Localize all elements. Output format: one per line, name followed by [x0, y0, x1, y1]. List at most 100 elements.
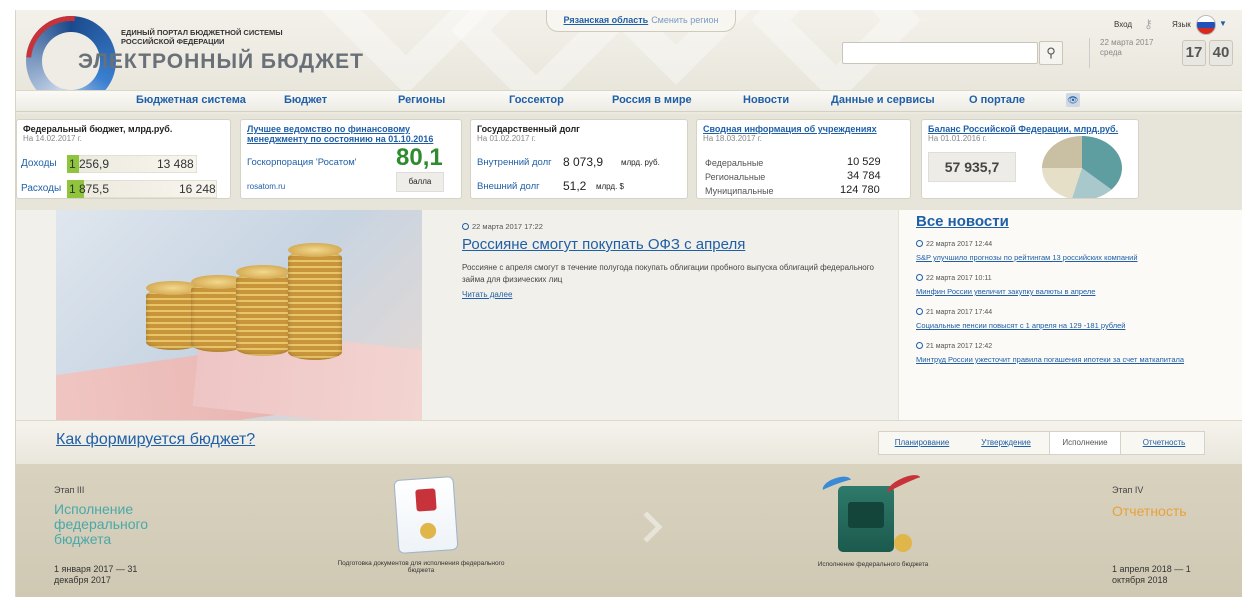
search-input[interactable]	[842, 42, 1038, 64]
news-item-date: 21 марта 2017 12:42	[916, 342, 992, 350]
stage-label: Этап III	[54, 485, 85, 495]
stage-caption: Подготовка документов для исполнения фед…	[337, 560, 505, 574]
balance-widget: Баланс Российской Федерации, млрд.руб. Н…	[921, 119, 1139, 199]
nav-about[interactable]: О портале	[969, 94, 1025, 106]
clock-icon	[462, 223, 469, 230]
expense-value: 1 875,5	[69, 182, 110, 196]
news-body: Россияне с апреля смогут в течение полуг…	[462, 263, 874, 284]
russian-flag-icon[interactable]	[1196, 15, 1216, 35]
current-date: 22 марта 2017 среда	[1089, 38, 1153, 68]
state-debt-widget: Государственный долг На 01.02.2017 г. Вн…	[470, 119, 688, 199]
widget-title: Федеральный бюджет, млрд.руб.	[23, 124, 173, 134]
balance-pie-icon	[1042, 136, 1122, 198]
clock-icon	[916, 308, 923, 315]
coins-banknotes-image[interactable]	[56, 210, 422, 420]
all-news-link[interactable]: Все новости	[916, 213, 1009, 230]
stage-dates: 1 апреля 2018 — 1 октября 2018	[1112, 564, 1191, 585]
news-sidebar: Все новости 22 марта 2017 12:44 S&P улуч…	[898, 210, 1242, 420]
institution-label: Федеральные	[705, 158, 764, 168]
clock-icon	[916, 240, 923, 247]
red-arrow-icon	[884, 471, 924, 499]
safe-door-icon	[848, 502, 884, 528]
news-hero: 22 марта 2017 17:22 Россияне смогут поку…	[16, 210, 1242, 420]
expense-link[interactable]: Расходы	[21, 183, 61, 194]
stage-name: Отчетность	[1112, 503, 1187, 519]
search-button[interactable]: ⚲	[1039, 41, 1063, 65]
coin-top-image	[288, 243, 342, 257]
region-selector: Рязанская область Сменить регион	[546, 10, 736, 32]
stage-name: Исполнение федерального бюджета	[54, 501, 149, 547]
widget-title[interactable]: Сводная информация об учреждениях	[703, 124, 904, 134]
accessibility-icon[interactable]: 👁	[1066, 93, 1080, 107]
org-site-link[interactable]: rosatom.ru	[247, 182, 285, 191]
nav-russia-world[interactable]: Россия в мире	[612, 94, 692, 106]
budget-stages: Этап III Исполнение федерального бюджета…	[16, 464, 1242, 597]
search-icon: ⚲	[1046, 45, 1056, 60]
language-label[interactable]: Язык	[1172, 20, 1191, 29]
document-scroll-icon[interactable]	[393, 475, 459, 555]
nav-budget[interactable]: Бюджет	[284, 94, 327, 106]
budget-process-title-link[interactable]: Как формируется бюджет?	[56, 431, 255, 449]
org-link[interactable]: Госкорпорация 'Росатом'	[247, 157, 357, 168]
logo-title[interactable]: ЭЛЕКТРОННЫЙ БЮДЖЕТ	[78, 50, 364, 74]
widgets-panel: Федеральный бюджет, млрд.руб. На 14.02.2…	[16, 114, 1242, 210]
institution-value: 34 784	[847, 170, 881, 182]
nav-budget-system[interactable]: Бюджетная система	[136, 94, 246, 106]
tab-planning[interactable]: Планирование	[885, 432, 959, 454]
widget-title[interactable]: Лучшее ведомство по финансовому менеджме…	[247, 124, 447, 144]
change-region-link[interactable]: Сменить регион	[651, 15, 718, 25]
clock-minutes: 40	[1209, 40, 1233, 66]
clock-hours: 17	[1182, 40, 1206, 66]
login-link[interactable]: Вход	[1114, 20, 1132, 29]
read-more-link[interactable]: Читать далее	[462, 290, 512, 299]
score-unit: балла	[396, 172, 444, 192]
widget-title: Государственный долг	[477, 124, 580, 134]
news-item-link[interactable]: Социальные пенсии повысят с 1 апреля на …	[916, 321, 1125, 330]
news-item-date: 22 марта 2017 10:11	[916, 274, 992, 282]
widget-title[interactable]: Баланс Российской Федерации, млрд.руб.	[928, 124, 1132, 134]
score-value: 80,1	[396, 144, 443, 171]
external-debt-unit: млрд. $	[596, 182, 624, 191]
nav-news[interactable]: Новости	[743, 94, 789, 106]
balance-value: 57 935,7	[928, 152, 1016, 182]
internal-debt-link[interactable]: Внутренний долг	[477, 157, 552, 168]
budget-process-header: Как формируется бюджет? Планирование Утв…	[16, 420, 1242, 464]
news-date: 22 марта 2017 17:22	[462, 222, 543, 231]
nav-public-sector[interactable]: Госсектор	[509, 94, 564, 106]
coat-of-arms-icon	[415, 488, 437, 512]
coins-icon	[894, 534, 912, 552]
safe-icon[interactable]	[838, 486, 894, 552]
stage-dates: 1 января 2017 — 31 декабря 2017	[54, 564, 138, 585]
current-region-link[interactable]: Рязанская область	[563, 15, 648, 25]
external-debt-value: 51,2	[563, 179, 587, 193]
news-item-link[interactable]: S&P улучшило прогнозы по рейтингам 13 ро…	[916, 253, 1138, 262]
best-agency-widget: Лучшее ведомство по финансовому менеджме…	[240, 119, 462, 199]
tab-execution[interactable]: Исполнение	[1049, 432, 1121, 454]
expense-total: 16 248	[179, 182, 216, 196]
institution-value: 10 529	[847, 156, 881, 168]
page: ЕДИНЫЙ ПОРТАЛ БЮДЖЕТНОЙ СИСТЕМЫ РОССИЙСКО…	[15, 10, 1242, 597]
nav-data-services[interactable]: Данные и сервисы	[831, 94, 935, 106]
coin-top-image	[236, 265, 290, 279]
news-item-date: 22 марта 2017 12:44	[916, 240, 992, 248]
key-icon[interactable]: ⚷	[1144, 17, 1158, 31]
coin-stack-image	[236, 272, 290, 356]
clock-icon	[916, 274, 923, 281]
income-link[interactable]: Доходы	[21, 158, 57, 169]
stage-label: Этап IV	[1112, 485, 1144, 495]
news-item-link[interactable]: Минтруд России ужесточит правила погашен…	[916, 355, 1184, 364]
news-item-date: 21 марта 2017 17:44	[916, 308, 992, 316]
internal-debt-unit: млрд. руб.	[621, 158, 660, 167]
income-value: 1 256,9	[69, 157, 110, 171]
news-title-link[interactable]: Россияне смогут покупать ОФЗ с апреля	[462, 236, 745, 253]
news-item-link[interactable]: Минфин России увеличит закупку валюты в …	[916, 287, 1095, 296]
tab-reporting[interactable]: Отчетность	[1129, 432, 1199, 454]
tab-approval[interactable]: Утверждение	[969, 432, 1043, 454]
chevron-right-icon[interactable]	[631, 511, 663, 543]
income-total: 13 488	[157, 157, 194, 171]
nav-regions[interactable]: Регионы	[398, 94, 445, 106]
chevron-down-icon[interactable]: ▼	[1219, 19, 1227, 28]
clock-icon	[916, 342, 923, 349]
process-tabs: Планирование Утверждение Исполнение Отче…	[878, 431, 1205, 455]
external-debt-link[interactable]: Внешний долг	[477, 181, 540, 192]
